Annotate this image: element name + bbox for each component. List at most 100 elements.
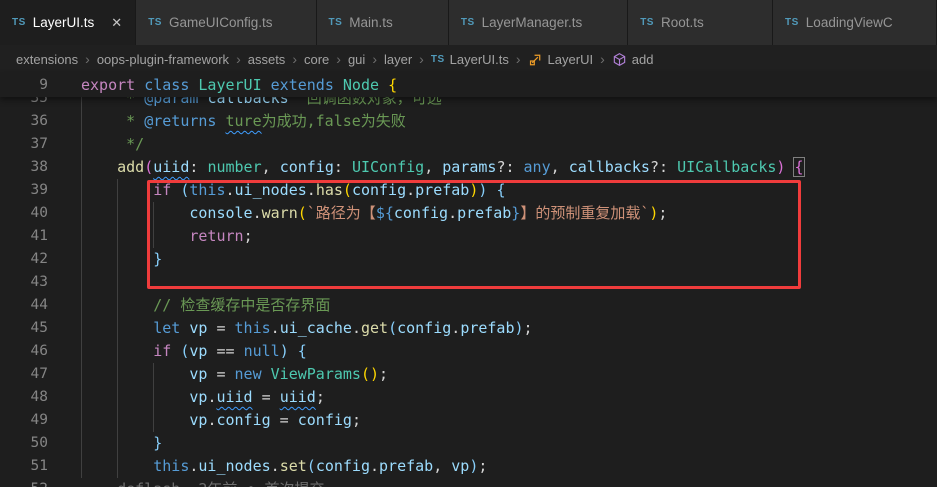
code-token: 】的预制重复加载` — [520, 204, 650, 222]
vscode-window: TS LayerUI.ts ✕ TS GameUIConfig.ts TS Main.ts T… — [0, 0, 937, 487]
code-text: console.warn(`路径为【${config.prefab}】的预制重复… — [81, 202, 667, 225]
code-token: prefab — [379, 457, 434, 475]
code-line[interactable]: 43 — [0, 271, 937, 294]
sticky-code: export class LayerUI extends Node { — [81, 73, 397, 97]
line-number[interactable]: 45 — [0, 317, 48, 340]
breadcrumb-item-core[interactable]: core — [304, 52, 329, 67]
line-number[interactable]: 43 — [0, 271, 48, 294]
tab-root-ts[interactable]: TS Root.ts — [628, 0, 774, 45]
breadcrumb-item-layer[interactable]: layer — [384, 52, 412, 67]
code-line[interactable]: 44 // 检查缓存中是否存界面 — [0, 294, 937, 317]
code-token: ui_nodes — [198, 457, 271, 475]
line-number[interactable]: 49 — [0, 409, 48, 432]
tab-loadingviewc[interactable]: TS LoadingViewC — [773, 0, 937, 45]
breadcrumb-item-assets[interactable]: assets — [248, 52, 286, 67]
code-line[interactable]: 47 vp = new ViewParams(); — [0, 363, 937, 386]
code-line[interactable]: 41 return; — [0, 225, 937, 248]
code-token: config — [351, 181, 407, 199]
close-icon[interactable]: ✕ — [110, 15, 123, 31]
breadcrumb-label: layer — [383, 51, 413, 67]
code-line[interactable]: 39 if (this.ui_nodes.has(config.prefab))… — [0, 179, 937, 202]
chevron-right-icon: › — [292, 51, 297, 67]
code-token: prefab — [460, 319, 515, 337]
code-line[interactable]: 52 deflash, 2年前 • 首次提交 — [0, 478, 937, 487]
line-number[interactable]: 41 — [0, 225, 48, 248]
code-token: export — [81, 76, 136, 94]
code-text: vp = new ViewParams(); — [81, 363, 388, 386]
tab-layermanager-ts[interactable]: TS LayerManager.ts — [448, 0, 629, 45]
code-token: ui_nodes — [234, 181, 307, 199]
line-number[interactable]: 50 — [0, 432, 48, 455]
sticky-scope-header[interactable]: 9 export class LayerUI extends Node { — [0, 73, 937, 97]
tab-main-ts[interactable]: TS Main.ts — [316, 0, 449, 45]
breadcrumb-item-extensions[interactable]: extensions — [16, 52, 78, 67]
code-token: : — [189, 158, 208, 176]
code-line[interactable]: 50 } — [0, 432, 937, 455]
chevron-right-icon: › — [236, 51, 241, 67]
code-editor[interactable]: 35 * @param callbacks 回调函数对象，可选36 * @ret… — [0, 73, 937, 487]
code-line[interactable]: 40 console.warn(`路径为【${config.prefab}】的预… — [0, 202, 937, 225]
code-token: * — [81, 112, 145, 130]
code-token: { — [793, 157, 805, 177]
chevron-right-icon: › — [419, 51, 424, 67]
code-token: ?: — [496, 158, 524, 176]
code-token: . — [252, 204, 262, 222]
code-line[interactable]: 51 this.ui_nodes.set(config.prefab, vp); — [0, 455, 937, 478]
line-number[interactable]: 42 — [0, 248, 48, 271]
line-number[interactable]: 48 — [0, 386, 48, 409]
line-number[interactable]: 39 — [0, 179, 48, 202]
code-token: UIConfig — [351, 158, 425, 176]
code-token: if — [153, 181, 172, 199]
code-token: config — [315, 457, 370, 475]
code-text: let vp = this.ui_cache.get(config.prefab… — [81, 317, 532, 340]
chevron-right-icon: › — [85, 51, 90, 67]
line-number[interactable]: 40 — [0, 202, 48, 225]
code-token: ( — [144, 158, 154, 176]
code-token: ( — [297, 204, 307, 222]
code-text: if (this.ui_nodes.has(config.prefab)) { — [81, 179, 505, 202]
code-line[interactable]: 37 */ — [0, 133, 937, 156]
code-token: { — [388, 76, 398, 94]
code-text: } — [81, 248, 162, 271]
tab-label: Root.ts — [660, 15, 704, 30]
code-token: prefab — [457, 204, 512, 222]
line-number[interactable]: 44 — [0, 294, 48, 317]
tab-layerui-ts[interactable]: TS LayerUI.ts ✕ — [0, 0, 137, 45]
code-token: this — [189, 181, 226, 199]
code-line[interactable]: 48 vp.uiid = uiid; — [0, 386, 937, 409]
line-number[interactable]: 46 — [0, 340, 48, 363]
breadcrumb-item-gui[interactable]: gui — [348, 52, 365, 67]
tab-gameuiconfig-ts[interactable]: TS GameUIConfig.ts — [136, 0, 317, 45]
code-token: */ — [81, 135, 145, 153]
code-token: } — [511, 204, 521, 222]
code-token: class — [144, 76, 190, 94]
code-line[interactable]: 46 if (vp == null) { — [0, 340, 937, 363]
line-number[interactable]: 52 — [0, 478, 48, 487]
breadcrumb-label: oops-plugin-framework — [96, 51, 230, 67]
code-line[interactable]: 42 } — [0, 248, 937, 271]
code-token: . — [306, 181, 316, 199]
code-token: . — [370, 457, 380, 475]
line-number[interactable]: 51 — [0, 455, 48, 478]
code-token: config — [397, 319, 452, 337]
breadcrumb-item-layerui[interactable]: LayerUI — [528, 52, 593, 67]
code-line[interactable]: 38 add(uiid: number, config: UIConfig, p… — [0, 156, 937, 179]
code-line[interactable]: 36 * @returns ture为成功,false为失败 — [0, 110, 937, 133]
breadcrumb-item-add[interactable]: add — [612, 52, 653, 67]
code-line[interactable]: 45 let vp = this.ui_cache.get(config.pre… — [0, 317, 937, 340]
code-token: warn — [261, 204, 298, 222]
code-line[interactable]: 49 vp.config = config; — [0, 409, 937, 432]
line-number[interactable]: 47 — [0, 363, 48, 386]
breadcrumb-item-oops-plugin-framework[interactable]: oops-plugin-framework — [97, 52, 229, 67]
breadcrumb-item-layerui-ts[interactable]: TS LayerUI.ts — [431, 52, 509, 67]
